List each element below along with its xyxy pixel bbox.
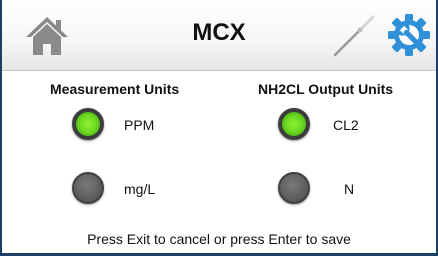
header-bar: MCX: [2, 0, 436, 71]
option-label-mg-l: mg/L: [124, 181, 156, 197]
option-label-n: N: [344, 181, 355, 197]
radio-cl2[interactable]: [278, 108, 310, 140]
settings-button[interactable]: [386, 12, 432, 58]
radio-mg-l[interactable]: [72, 172, 104, 204]
option-label-ppm: PPM: [124, 117, 155, 133]
instruction-message: Press Exit to cancel or press Enter to s…: [87, 231, 351, 247]
radio-ppm[interactable]: [72, 108, 104, 140]
option-label-cl2: CL2: [333, 117, 359, 133]
measurement-units-heading: Measurement Units: [50, 81, 180, 97]
gear-wrench-icon: [388, 14, 430, 56]
tools-button[interactable]: [330, 12, 378, 60]
radio-n[interactable]: [278, 172, 310, 204]
output-units-heading: NH2CL Output Units: [258, 81, 394, 97]
wrench-icon: [333, 15, 375, 57]
